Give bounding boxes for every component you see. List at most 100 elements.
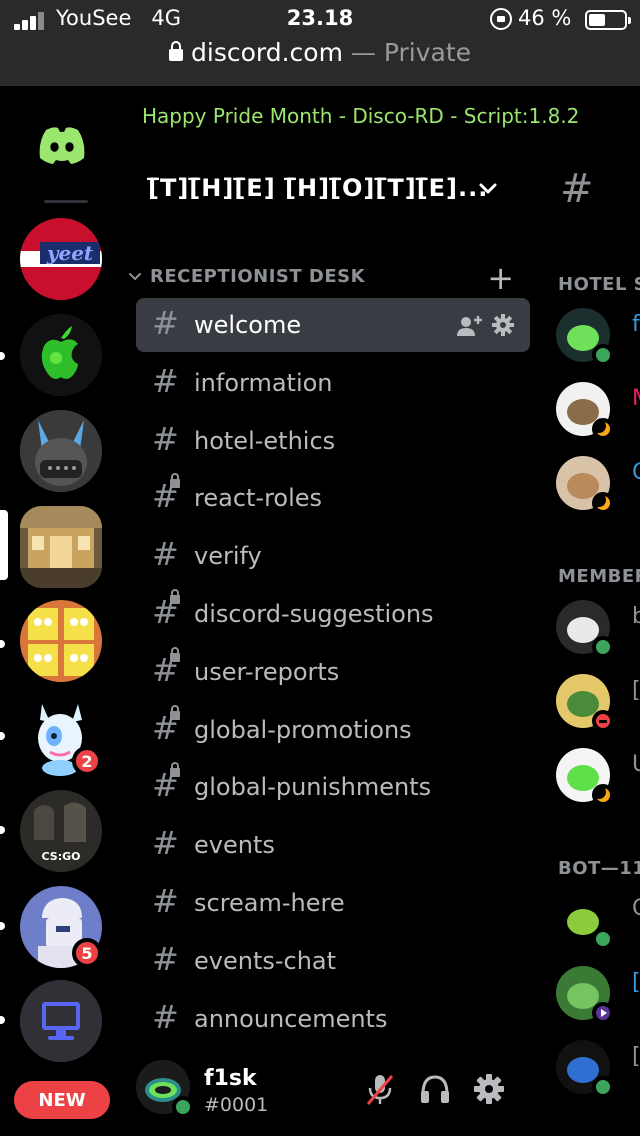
battery-percent: 46 %: [518, 6, 572, 30]
member-group-header: MEMBER: [558, 566, 640, 587]
add-channel-icon[interactable]: +: [487, 262, 514, 294]
user-panel: f1sk #0001: [128, 1050, 548, 1136]
category-header[interactable]: RECEPTIONIST DESK +: [128, 262, 518, 294]
server-yeet-label: yeet: [46, 241, 94, 265]
channel-global-promotions[interactable]: # global-promotions: [136, 703, 530, 757]
member-item[interactable]: [: [556, 966, 640, 1026]
member-item[interactable]: U: [556, 748, 640, 808]
unread-indicator: [0, 922, 5, 930]
channel-announcements[interactable]: # announcements: [136, 992, 530, 1046]
guild-name[interactable]: [̅T][̅H][̅E] [̅H][̅O][̅T][̅E]...: [148, 174, 488, 202]
channel-react-roles[interactable]: # react-roles: [136, 471, 530, 525]
member-item[interactable]: C: [556, 456, 640, 516]
channel-welcome[interactable]: # welcome: [136, 298, 530, 352]
member-name: [: [632, 1044, 640, 1069]
channel-events[interactable]: # events: [136, 818, 530, 872]
lock-icon: [170, 647, 180, 662]
text-channel-icon: #: [152, 940, 179, 978]
channel-name: welcome: [194, 311, 302, 339]
server-spongebob[interactable]: [20, 600, 102, 682]
gear-icon[interactable]: [492, 314, 514, 336]
text-channel-icon: #: [560, 166, 594, 212]
online-status-icon: [592, 636, 614, 658]
mention-badge: 2: [72, 746, 102, 776]
online-status-icon: [592, 928, 614, 950]
category-label: RECEPTIONIST DESK: [150, 266, 366, 287]
idle-status-icon: [592, 784, 614, 806]
channel-name: information: [194, 369, 333, 397]
member-item[interactable]: M: [556, 382, 640, 442]
server-hotel[interactable]: [20, 506, 102, 588]
server-computer[interactable]: [20, 980, 102, 1062]
member-item[interactable]: [: [556, 674, 640, 734]
unread-indicator: [0, 1016, 5, 1024]
member-item[interactable]: C: [556, 892, 640, 952]
streaming-status-icon: [592, 1002, 614, 1024]
rail-separator: [44, 200, 88, 203]
online-status-icon: [592, 344, 614, 366]
chevron-down-icon[interactable]: [478, 178, 498, 198]
chevron-down-icon: [129, 273, 141, 281]
channel-name: scream-here: [194, 889, 345, 917]
member-item[interactable]: f: [556, 308, 640, 368]
user-tag: #0001: [204, 1094, 269, 1116]
server-apple[interactable]: [20, 314, 102, 396]
idle-status-icon: [592, 418, 614, 440]
text-channel-icon: #: [152, 304, 179, 342]
channel-information[interactable]: # information: [136, 356, 530, 410]
discord-home-icon[interactable]: [36, 126, 88, 164]
lock-icon: [170, 473, 180, 488]
pride-banner: Happy Pride Month - Disco-RD - Script:1.…: [142, 104, 580, 128]
lock-icon: [170, 705, 180, 720]
headphones-icon[interactable]: [418, 1072, 452, 1106]
member-item[interactable]: b: [556, 600, 640, 660]
lock-icon: [170, 589, 180, 604]
channel-name: discord-suggestions: [194, 600, 434, 628]
server-yeet[interactable]: yeet: [20, 218, 102, 300]
channel-name: announcements: [194, 1005, 388, 1033]
server-rail: yeet 2 CS:GO 5 NEW: [0, 86, 120, 1136]
channel-verify[interactable]: # verify: [136, 529, 530, 583]
channel-user-reports[interactable]: # user-reports: [136, 645, 530, 699]
muted-mic-icon[interactable]: [364, 1072, 396, 1106]
unread-indicator: [0, 732, 5, 740]
member-name: [: [632, 970, 640, 995]
channel-name: verify: [194, 542, 262, 570]
dnd-status-icon: [592, 710, 614, 732]
server-csgo-label: CS:GO: [42, 850, 81, 863]
battery-icon: [585, 10, 631, 30]
channel-global-punishments[interactable]: # global-punishments: [136, 760, 530, 814]
private-label: — Private: [350, 38, 471, 67]
server-csgo[interactable]: CS:GO: [20, 790, 102, 872]
channel-discord-suggestions[interactable]: # discord-suggestions: [136, 587, 530, 641]
channel-name: global-promotions: [194, 716, 412, 744]
online-status-icon: [172, 1096, 194, 1118]
member-group-header: HOTEL ST: [558, 274, 640, 295]
add-user-icon[interactable]: [456, 314, 484, 338]
channel-name: react-roles: [194, 484, 323, 512]
channel-name: events: [194, 831, 275, 859]
unread-indicator: [0, 352, 5, 360]
settings-gear-icon[interactable]: [472, 1072, 506, 1106]
online-status-icon: [592, 1076, 614, 1098]
mention-badge: 5: [72, 938, 102, 968]
new-badge[interactable]: NEW: [14, 1081, 110, 1119]
channel-scream-here[interactable]: # scream-here: [136, 876, 530, 930]
rotation-lock-icon: [490, 8, 512, 30]
lock-icon: [169, 41, 183, 61]
member-name: C: [632, 460, 640, 485]
text-channel-icon: #: [152, 535, 179, 573]
text-channel-icon: #: [152, 882, 179, 920]
server-masked-avatar[interactable]: [20, 410, 102, 492]
channel-name: user-reports: [194, 658, 340, 686]
url-bar[interactable]: discord.com — Private: [0, 38, 640, 67]
channel-events-chat[interactable]: # events-chat: [136, 934, 530, 988]
member-name: [: [632, 678, 640, 703]
channel-hotel-ethics[interactable]: # hotel-ethics: [136, 414, 530, 468]
text-channel-icon: #: [152, 824, 179, 862]
unread-indicator: [0, 826, 5, 834]
text-channel-icon: #: [152, 998, 179, 1036]
member-name: C: [632, 896, 640, 921]
channel-name: hotel-ethics: [194, 427, 336, 455]
member-item[interactable]: [: [556, 1040, 640, 1100]
